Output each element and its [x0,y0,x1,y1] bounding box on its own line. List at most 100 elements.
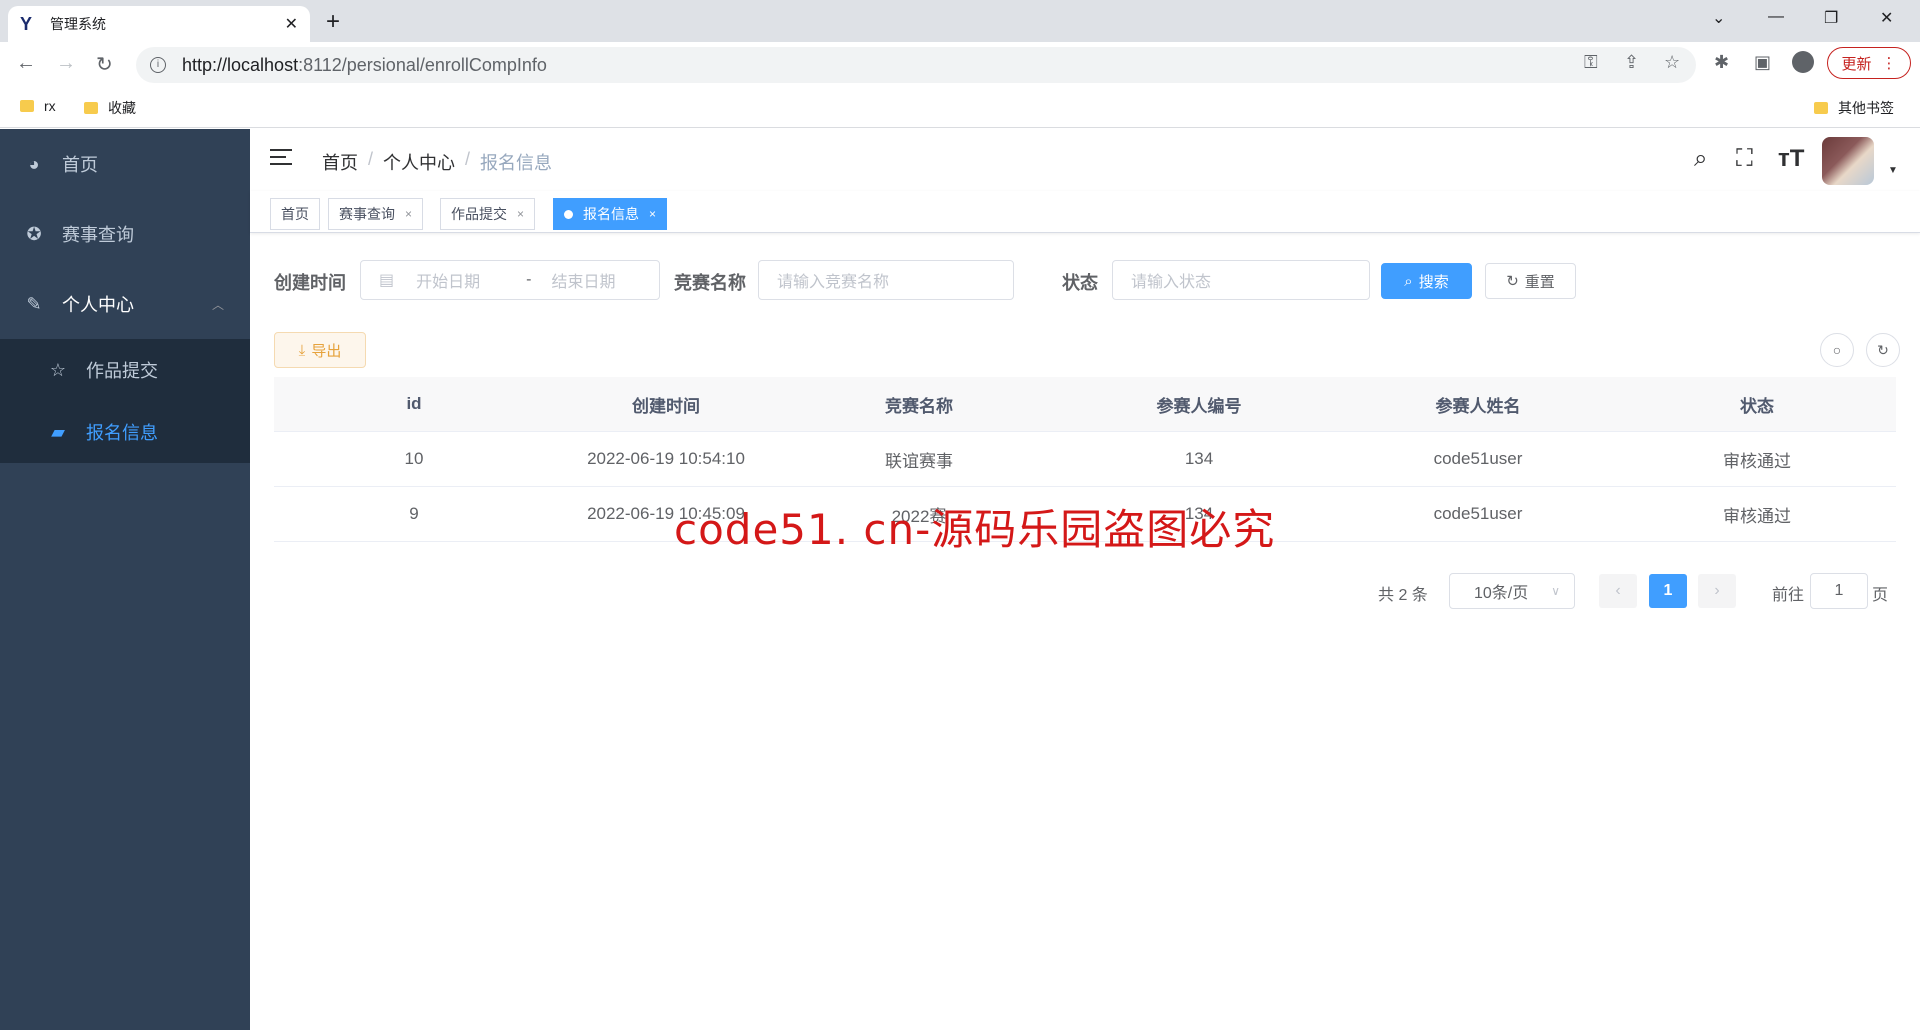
goto-page-input[interactable]: 1 [1810,573,1868,609]
url-text: http://localhost:8112/persional/enrollCo… [182,55,547,76]
breadcrumb-personal[interactable]: 个人中心 [383,149,455,175]
tag-competition[interactable]: 赛事查询 × [328,198,424,230]
site-info-icon[interactable]: i [150,57,166,73]
goto-label: 前往 [1772,587,1805,604]
page-number-button[interactable]: 1 [1649,574,1687,608]
extensions-icon[interactable]: ✱ [1714,52,1729,73]
bookmark-rx[interactable]: rx [20,98,56,114]
column-header: 状态 [1740,396,1774,416]
toggle-search-button[interactable]: ○ [1820,333,1854,367]
window-close-icon[interactable]: ✕ [1880,8,1893,28]
sidebar-item-label: 报名信息 [86,423,158,443]
update-button[interactable]: 更新 ⋮ [1827,47,1911,79]
sidebar-item-personal[interactable]: ✎ 个人中心 ︿ [0,269,250,339]
tag-label: 报名信息 [583,206,639,222]
update-label: 更新 [1841,55,1872,73]
start-date-input[interactable]: 开始日期 [416,268,506,292]
cell-participant-name: code51user [1433,504,1523,523]
tag-works-submit[interactable]: 作品提交 × [440,198,536,230]
back-icon[interactable]: ← [16,52,36,75]
edit-icon: ✎ [26,293,42,314]
table-row[interactable]: 10 2022-06-19 10:54:10 联谊赛事 134 code51us… [274,432,1896,487]
reset-button[interactable]: ↻ 重置 [1485,263,1576,299]
sidebar-item-home[interactable]: ◕ 首页 [0,129,250,199]
sidebar-item-label: 个人中心 [62,295,134,315]
url-path: :8112/persional/enrollCompInfo [298,54,547,75]
reset-button-label: 重置 [1524,273,1555,291]
tag-close-icon[interactable]: × [649,207,656,221]
download-icon: ⤓ [298,341,306,359]
bookmark-favorites[interactable]: 收藏 [84,98,136,118]
watermark-text: code51. cn-源码乐园盗图必究 [674,505,1276,554]
tag-label: 作品提交 [451,206,507,222]
sidebar-item-label: 作品提交 [86,361,158,381]
cell-participant-no: 134 [1184,449,1214,468]
key-icon[interactable]: ⚿ [1584,52,1598,73]
sidebar-item-enroll-info[interactable]: ▰ 报名信息 [0,401,250,463]
prev-page-button[interactable]: ‹ [1599,574,1637,608]
refresh-button[interactable]: ↻ [1866,333,1900,367]
competition-name-placeholder: 请输入竞赛名称 [777,274,890,291]
export-button-label: 导出 [311,342,342,360]
tag-close-icon[interactable]: × [405,207,412,221]
tag-home[interactable]: 首页 [270,198,320,230]
date-range-picker[interactable]: ▤ 开始日期 - 结束日期 [360,260,660,300]
new-tab-icon[interactable]: + [326,8,340,36]
breadcrumb-home[interactable]: 首页 [322,149,358,175]
profile-icon[interactable] [1792,51,1814,73]
table-header: id 创建时间 竞赛名称 参赛人编号 参赛人姓名 状态 [274,377,1896,432]
url-input[interactable]: i http://localhost:8112/persional/enroll… [136,47,1696,83]
minimize-icon[interactable]: — [1768,8,1784,26]
fullscreen-icon[interactable]: ⛶ [1736,145,1753,173]
site-favicon-icon: Y [20,13,33,34]
breadcrumb: 首页 / 个人中心 / 报名信息 [322,149,552,175]
pagination-total: 共 2 条 [1378,587,1428,604]
caret-down-icon[interactable]: ▼ [1888,165,1898,176]
competition-name-input[interactable]: 请输入竞赛名称 [758,260,1014,300]
font-size-icon[interactable]: тT [1778,145,1804,173]
end-date-input[interactable]: 结束日期 [551,268,615,292]
avatar[interactable] [1822,137,1874,185]
column-header: 创建时间 [632,396,700,416]
bookmark-label: rx [44,98,56,114]
calendar-icon: ▤ [379,272,395,289]
tab-title: 管理系统 [50,16,106,32]
search-icon[interactable]: ⌕ [1694,145,1707,173]
sidebar-item-works-submit[interactable]: ☆ 作品提交 [0,339,250,401]
search-button[interactable]: ⌕ 搜索 [1381,263,1472,299]
dashboard-icon: ◕ [28,153,40,174]
status-input[interactable]: 请输入状态 [1112,260,1370,300]
export-button[interactable]: ⤓ 导出 [274,332,366,368]
bookmark-label: 收藏 [108,100,136,116]
breadcrumb-separator: / [368,149,374,169]
next-page-button[interactable]: › [1698,574,1736,608]
share-icon[interactable]: ⇪ [1624,52,1639,73]
forward-icon[interactable]: → [56,52,76,75]
sidebar: ◕ 首页 ✪ 赛事查询 ✎ 个人中心 ︿ ☆ 作品提交 ▰ 报名信息 [0,129,250,1030]
reload-icon[interactable]: ↻ [96,52,113,77]
bookmark-other[interactable]: 其他书签 [1814,98,1894,118]
search-icon: ○ [1832,342,1842,358]
navbar: 首页 / 个人中心 / 报名信息 ⌕ ⛶ тT ▼ [250,129,1920,191]
star-icon: ☆ [49,359,67,380]
page-size-select[interactable]: 10条/页 ∨ [1449,573,1575,609]
cell-id: 9 [409,504,419,523]
column-header: id [406,394,422,413]
refresh-icon: ↻ [1877,341,1889,358]
address-toolbar: ← → ↻ i http://localhost:8112/persional/… [0,42,1920,88]
folder-icon [1814,102,1828,114]
sidebar-item-competition[interactable]: ✪ 赛事查询 [0,199,250,269]
hamburger-icon[interactable] [270,149,292,170]
cell-competition: 联谊赛事 [885,451,953,471]
tag-close-icon[interactable]: × [517,207,524,221]
bookmark-star-icon[interactable]: ☆ [1664,52,1680,73]
sidepanel-icon[interactable]: ▣ [1754,52,1771,73]
restore-icon[interactable]: ❐ [1824,8,1838,28]
tab-search-icon[interactable]: ⌄ [1712,8,1725,28]
bookmark-label: 其他书签 [1838,100,1894,116]
browser-tab[interactable]: Y 管理系统 ✕ [8,6,310,42]
tag-label: 首页 [281,206,309,222]
tab-close-icon[interactable]: ✕ [285,14,298,34]
tag-enroll-info[interactable]: 报名信息 × [553,198,668,230]
search-button-label: 搜索 [1418,273,1449,291]
